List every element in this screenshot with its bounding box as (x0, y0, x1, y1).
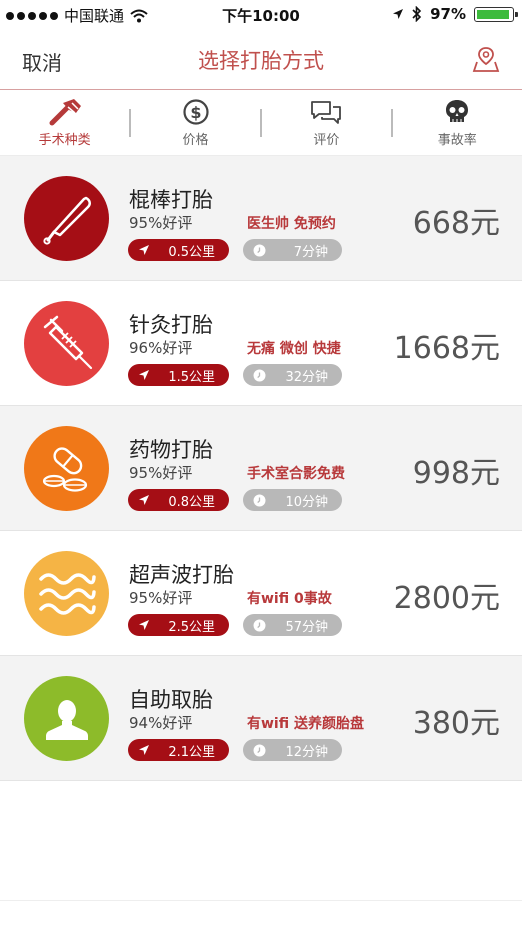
method-icon-circle (24, 176, 109, 261)
distance-badge: 2.1公里 (128, 739, 229, 761)
method-price: 668元 (412, 206, 500, 241)
time-badge: 12分钟 (243, 739, 342, 761)
filter-label: 手术种类 (38, 133, 91, 148)
clock-icon (253, 494, 266, 506)
list-item[interactable]: 自助取胎 94%好评 有wifi 送养颜胎盘 380元 2.1公里 12分钟 (0, 656, 522, 781)
filter-surgery-type[interactable]: 手术种类 (0, 91, 129, 155)
filter-accident-rate[interactable]: 事故率 (393, 91, 522, 155)
filter-label: 价格 (182, 133, 209, 148)
nav-bar: 取消 选择打胎方式 (0, 30, 522, 90)
filter-price[interactable]: $ 价格 (131, 91, 260, 155)
method-list: 棍棒打胎 95%好评 医生帅 免预约 668元 0.5公里 7分钟 针灸打胎 9… (0, 156, 522, 781)
method-rating: 95%好评 (129, 464, 193, 482)
method-rating: 95%好评 (129, 589, 193, 607)
navigation-arrow-icon (139, 495, 149, 505)
list-item[interactable]: 棍棒打胎 95%好评 医生帅 免预约 668元 0.5公里 7分钟 (0, 156, 522, 281)
method-price: 1668元 (393, 331, 500, 366)
sort-filter-bar: 手术种类 $ 价格 评价 事故率 (0, 91, 522, 156)
method-tags: 手术室合影免费 (247, 466, 345, 482)
syringe-icon (43, 315, 92, 369)
method-tags: 无痛 微创 快捷 (247, 341, 341, 357)
clock-icon (253, 744, 266, 756)
clock-icon (253, 619, 266, 631)
time-text: 57分钟 (285, 619, 328, 635)
distance-badge: 0.5公里 (128, 239, 229, 261)
dollar-icon: $ (182, 99, 209, 125)
distance-badge: 1.5公里 (128, 364, 229, 386)
time-badge: 57分钟 (243, 614, 342, 636)
distance-text: 2.1公里 (168, 744, 215, 760)
navigation-arrow-icon (139, 370, 149, 380)
clock-icon (253, 369, 266, 381)
distance-badge: 0.8公里 (128, 489, 229, 511)
distance-text: 1.5公里 (168, 369, 215, 385)
distance-badge: 2.5公里 (128, 614, 229, 636)
map-button[interactable] (472, 45, 500, 77)
chat-bubbles-icon (311, 101, 342, 124)
navigation-arrow-icon (139, 745, 149, 755)
method-tags: 医生帅 免预约 (247, 216, 336, 232)
method-rating: 96%好评 (129, 339, 193, 357)
navigation-arrow-icon (139, 245, 149, 255)
time-text: 12分钟 (285, 744, 328, 760)
divider (0, 900, 522, 901)
method-tags: 有wifi 0事故 (247, 591, 332, 607)
map-pin-icon (472, 47, 500, 72)
navigation-arrow-icon (139, 620, 149, 630)
method-name: 药物打胎 (129, 438, 213, 462)
method-name: 自助取胎 (129, 688, 213, 712)
distance-text: 0.8公里 (168, 494, 215, 510)
method-rating: 95%好评 (129, 214, 193, 232)
page-title: 选择打胎方式 (198, 49, 324, 73)
method-price: 998元 (412, 456, 500, 491)
distance-text: 0.5公里 (168, 244, 215, 260)
method-price: 380元 (412, 706, 500, 741)
method-name: 超声波打胎 (129, 563, 234, 587)
method-rating: 94%好评 (129, 714, 193, 732)
list-item[interactable]: 药物打胎 95%好评 手术室合影免费 998元 0.8公里 10分钟 (0, 406, 522, 531)
filter-label: 事故率 (437, 133, 477, 148)
filter-reviews[interactable]: 评价 (262, 91, 391, 155)
method-icon-circle (24, 676, 109, 761)
method-name: 针灸打胎 (129, 313, 213, 337)
battery-level-fill (477, 9, 509, 19)
distance-text: 2.5公里 (168, 619, 215, 635)
waves-icon (38, 572, 96, 615)
method-icon-circle (24, 301, 109, 386)
location-arrow-icon (393, 9, 404, 19)
baseball-bat-icon (42, 196, 91, 245)
time-text: 7分钟 (293, 244, 328, 260)
time-badge: 10分钟 (243, 489, 342, 511)
bluetooth-icon (412, 6, 422, 22)
method-price: 2800元 (393, 581, 500, 616)
time-text: 32分钟 (285, 369, 328, 385)
time-text: 10分钟 (285, 494, 328, 510)
cancel-button[interactable]: 取消 (22, 47, 62, 76)
clock-icon (253, 244, 266, 256)
list-item[interactable]: 超声波打胎 95%好评 有wifi 0事故 2800元 2.5公里 57分钟 (0, 531, 522, 656)
method-tags: 有wifi 送养颜胎盘 (247, 716, 364, 732)
method-icon-circle (24, 426, 109, 511)
method-icon-circle (24, 551, 109, 636)
filter-label: 评价 (313, 133, 340, 148)
skull-icon (446, 100, 469, 122)
person-icon (45, 699, 88, 740)
status-bar: 中国联通 下午10:00 97% (0, 0, 522, 30)
list-item[interactable]: 针灸打胎 96%好评 无痛 微创 快捷 1668元 1.5公里 32分钟 (0, 281, 522, 406)
battery-icon (474, 6, 518, 22)
battery-percent: 97% (430, 5, 466, 23)
time-badge: 7分钟 (243, 239, 342, 261)
surgery-tools-icon (49, 99, 81, 126)
svg-text:$: $ (190, 103, 201, 122)
pills-icon (42, 446, 87, 492)
time-badge: 32分钟 (243, 364, 342, 386)
method-name: 棍棒打胎 (129, 188, 213, 212)
